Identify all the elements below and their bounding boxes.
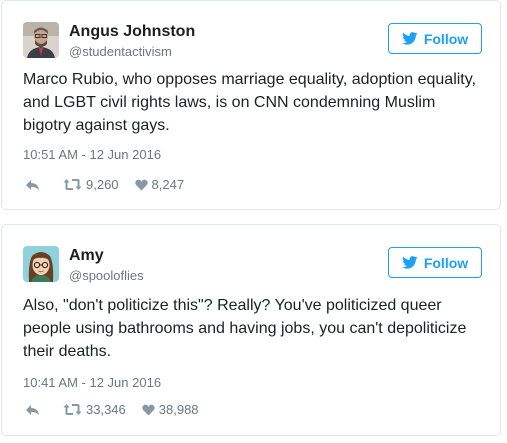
like-count: 38,988 <box>158 402 199 417</box>
tweet-actions: 9,260 8,247 <box>25 177 184 192</box>
tweet-card: Amy @spooloflies Follow Also, "don't pol… <box>1 224 501 436</box>
tweet-text-line: people using bathrooms and having jobs, … <box>23 320 467 337</box>
retweet-icon <box>63 404 82 415</box>
like-button[interactable]: 8,247 <box>134 177 185 192</box>
reply-button[interactable] <box>25 179 40 191</box>
tweet-text-line: Also, "don't politicize this"? Really? Y… <box>23 297 442 314</box>
follow-label: Follow <box>423 30 469 47</box>
twitter-bird-icon <box>401 32 418 45</box>
tweet-card: Angus Johnston @studentactivism Follow M… <box>1 0 501 210</box>
retweet-button[interactable]: 33,346 <box>63 402 126 417</box>
retweet-button[interactable]: 9,260 <box>63 177 119 192</box>
tweet-text: Marco Rubio, who opposes marriage equali… <box>23 68 493 137</box>
display-name[interactable]: Angus Johnston <box>69 23 195 41</box>
heart-icon <box>134 179 148 190</box>
retweet-count: 9,260 <box>86 177 119 192</box>
follow-label: Follow <box>423 254 469 271</box>
divider <box>0 211 507 223</box>
like-button[interactable]: 38,988 <box>142 402 199 417</box>
twitter-bird-icon <box>401 256 418 269</box>
retweet-count: 33,346 <box>86 402 126 417</box>
timestamp-link[interactable]: 10:41 AM - 12 Jun 2016 <box>23 375 161 390</box>
avatar[interactable] <box>23 22 59 58</box>
tweet-text-line: and LGBT civil rights laws, is on CNN co… <box>23 94 436 111</box>
display-name[interactable]: Amy <box>69 247 104 265</box>
user-handle[interactable]: @studentactivism <box>69 44 172 59</box>
tweet-feed: Angus Johnston @studentactivism Follow M… <box>0 0 507 443</box>
heart-icon <box>142 404 155 415</box>
tweet-text-line: their deaths. <box>23 343 112 360</box>
follow-button[interactable]: Follow <box>388 23 482 54</box>
avatar[interactable] <box>23 246 59 282</box>
tweet-actions: 33,346 38,988 <box>25 402 199 417</box>
tweet-text: Also, "don't politicize this"? Really? Y… <box>23 294 493 363</box>
like-count: 8,247 <box>151 177 185 192</box>
retweet-icon <box>63 179 82 190</box>
reply-icon <box>26 404 39 415</box>
user-handle[interactable]: @spooloflies <box>69 268 144 283</box>
tweet-text-line: bigotry against gays. <box>23 117 170 134</box>
reply-icon <box>26 179 39 190</box>
reply-button[interactable] <box>25 404 40 416</box>
timestamp-link[interactable]: 10:51 AM - 12 Jun 2016 <box>23 147 161 162</box>
tweet-text-line: Marco Rubio, who opposes marriage equali… <box>23 71 476 88</box>
follow-button[interactable]: Follow <box>388 247 482 278</box>
